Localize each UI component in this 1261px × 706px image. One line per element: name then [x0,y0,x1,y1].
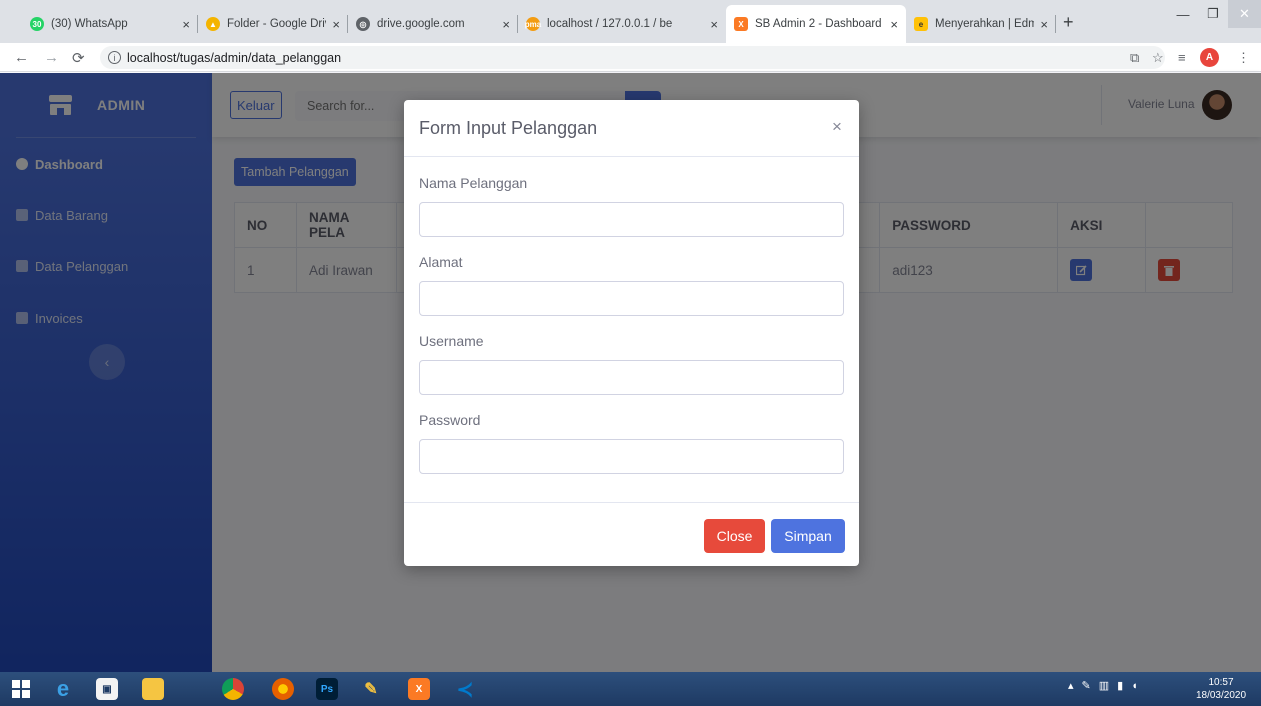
username-field[interactable] [419,360,844,395]
field-label-alamat: Alamat [419,254,463,270]
close-icon[interactable]: × [832,117,842,137]
tab-close-icon[interactable]: × [332,17,340,32]
tab-sb-admin[interactable]: X SB Admin 2 - Dashboard × [726,5,906,43]
modal-title: Form Input Pelanggan [419,118,598,138]
tab-edmodo[interactable]: e Menyerahkan | Edmodo × [906,5,1056,43]
tab-close-icon[interactable]: × [502,17,510,32]
taskbar: e ▣ Ps ✎ X ≺ ▴ ✎ ▥ ▮ ◖ 10:57 18/03/2020 [0,672,1261,706]
forward-icon[interactable]: → [44,49,59,66]
tab-close-icon[interactable]: × [710,17,718,32]
tab-close-icon[interactable]: × [890,17,898,32]
modal-header: Form Input Pelanggan × [404,100,859,157]
tab-close-icon[interactable]: × [1040,17,1048,32]
address-field[interactable] [419,281,844,316]
field-label-username: Username [419,333,484,349]
signal-icon[interactable]: ▮ [1117,679,1123,692]
back-icon[interactable]: ← [14,49,29,66]
chrome-icon[interactable] [218,675,248,703]
volume-icon[interactable]: ◖ [1131,680,1138,692]
url-field[interactable]: i localhost/tugas/admin/data_pelanggan [100,46,1165,69]
pen-icon[interactable]: ✎ [1082,679,1091,692]
bookmark-star-icon[interactable]: ☆ [1152,50,1164,66]
tab-drive-google[interactable]: ◎ drive.google.com × [348,5,518,43]
save-button[interactable]: Simpan [771,519,845,553]
network-icon[interactable]: ▥ [1099,679,1109,692]
browser-tab-strip: 30 (30) WhatsApp × ▲ Folder - Google Dri… [0,0,1261,43]
phpmyadmin-icon: pma [525,17,541,31]
tab-phpmyadmin[interactable]: pma localhost / 127.0.0.1 / be × [518,5,726,43]
clock-date: 18/03/2020 [1195,690,1247,701]
whatsapp-icon: 30 [30,17,44,31]
edmodo-icon: e [914,17,928,31]
xampp-icon[interactable]: X [404,675,434,703]
file-explorer-icon[interactable] [138,675,168,703]
globe-icon: ◎ [356,17,370,31]
clock-time: 10:57 [1208,677,1234,688]
minimize-icon[interactable]: — [1168,0,1198,28]
password-field[interactable] [419,439,844,474]
maximize-icon[interactable]: ❐ [1198,0,1228,28]
paint-icon[interactable]: ✎ [356,675,386,703]
google-drive-icon: ▲ [206,17,220,31]
tray-chevron-icon[interactable]: ▴ [1068,679,1074,692]
vscode-icon[interactable]: ≺ [450,675,480,703]
customer-name-field[interactable] [419,202,844,237]
photoshop-icon[interactable]: Ps [312,675,342,703]
store-icon[interactable]: ▣ [92,675,122,703]
windows-start-icon[interactable] [6,675,36,703]
tab-whatsapp[interactable]: 30 (30) WhatsApp × [22,5,198,43]
reload-icon[interactable]: ⟳ [72,49,85,67]
menu-kebab-icon[interactable]: ⋮ [1237,50,1250,66]
reading-list-icon[interactable]: ≡ [1178,50,1186,65]
customer-form-modal: Form Input Pelanggan × Nama Pelanggan Al… [404,100,859,566]
close-button[interactable]: Close [704,519,765,553]
tab-google-drive[interactable]: ▲ Folder - Google Drive × [198,5,348,43]
field-label-password: Password [419,412,481,428]
new-tab-button[interactable]: + [1063,12,1074,33]
close-window-icon[interactable]: ✕ [1228,0,1261,28]
xampp-icon: X [734,17,748,31]
internet-explorer-icon[interactable]: e [48,675,78,703]
tab-close-icon[interactable]: × [182,17,190,32]
info-icon[interactable]: i [108,51,121,64]
firefox-icon[interactable] [268,675,298,703]
modal-footer: Close Simpan [404,502,859,566]
profile-avatar[interactable]: A [1200,48,1219,67]
system-tray: ▴ ✎ ▥ ▮ ◖ [1068,679,1138,693]
page: ADMIN Dashboard Data Barang Data Pelangg… [0,73,1261,672]
taskbar-clock[interactable]: 10:57 18/03/2020 [1195,676,1247,702]
address-bar: ← → ⟳ i localhost/tugas/admin/data_pelan… [0,43,1261,72]
field-label-nama: Nama Pelanggan [419,175,528,191]
translate-icon[interactable]: ⧉ [1130,50,1139,66]
